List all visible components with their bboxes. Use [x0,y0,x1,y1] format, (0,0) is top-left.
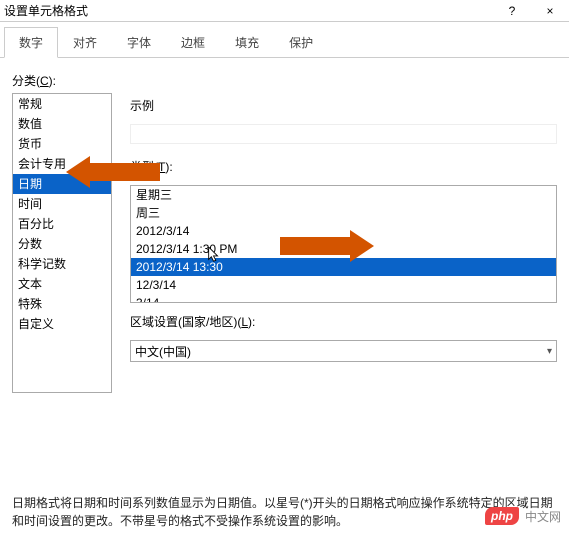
example-label: 示例 [130,97,557,114]
tab-number[interactable]: 数字 [4,27,58,58]
category-label: 分类(C): [12,72,557,89]
type-item[interactable]: 3/14 [131,294,556,303]
title-bar: 设置单元格格式 ? × [0,0,569,22]
category-item-custom[interactable]: 自定义 [13,314,111,334]
type-item[interactable]: 12/3/14 [131,276,556,294]
category-list[interactable]: 常规 数值 货币 会计专用 日期 时间 百分比 分数 科学记数 文本 特殊 自定… [12,93,112,393]
category-item-number[interactable]: 数值 [13,114,111,134]
tab-border[interactable]: 边框 [166,27,220,58]
type-item[interactable]: 2012/3/14 1:30 PM [131,240,556,258]
chevron-down-icon: ▾ [547,346,552,357]
locale-select[interactable]: 中文(中国) ▾ [130,340,557,362]
watermark: php 中文网 [485,507,561,525]
tab-font[interactable]: 字体 [112,27,166,58]
help-button[interactable]: ? [497,4,527,18]
category-item-general[interactable]: 常规 [13,94,111,114]
category-item-special[interactable]: 特殊 [13,294,111,314]
locale-label: 区域设置(国家/地区)(L): [130,313,557,330]
type-item[interactable]: 2012/3/14 [131,222,556,240]
category-item-fraction[interactable]: 分数 [13,234,111,254]
tab-fill[interactable]: 填充 [220,27,274,58]
type-item-selected[interactable]: 2012/3/14 13:30 [131,258,556,276]
type-item[interactable]: 星期三 [131,186,556,204]
tab-strip: 数字 对齐 字体 边框 填充 保护 [0,22,569,58]
type-list[interactable]: 星期三 周三 2012/3/14 2012/3/14 1:30 PM 2012/… [130,185,557,303]
titlebar-buttons: ? × [497,4,565,18]
close-button[interactable]: × [535,4,565,18]
right-column: 示例 类型(T): 星期三 周三 2012/3/14 2012/3/14 1:3… [130,93,557,362]
hint-text: 日期格式将日期和时间系列数值显示为日期值。以星号(*)开头的日期格式响应操作系统… [12,486,557,530]
category-item-time[interactable]: 时间 [13,194,111,214]
category-item-date[interactable]: 日期 [13,174,111,194]
category-item-percentage[interactable]: 百分比 [13,214,111,234]
category-item-scientific[interactable]: 科学记数 [13,254,111,274]
php-badge: php [485,507,519,525]
category-item-accounting[interactable]: 会计专用 [13,154,111,174]
tab-alignment[interactable]: 对齐 [58,27,112,58]
category-item-text[interactable]: 文本 [13,274,111,294]
watermark-text: 中文网 [525,508,561,525]
tab-protection[interactable]: 保护 [274,27,328,58]
content-area: 分类(C): 常规 数值 货币 会计专用 日期 时间 百分比 分数 科学记数 文… [0,58,569,538]
type-item[interactable]: 周三 [131,204,556,222]
window-title: 设置单元格格式 [4,2,88,19]
category-item-currency[interactable]: 货币 [13,134,111,154]
columns: 常规 数值 货币 会计专用 日期 时间 百分比 分数 科学记数 文本 特殊 自定… [12,93,557,393]
locale-value: 中文(中国) [135,343,191,360]
type-label: 类型(T): [130,158,557,175]
example-box [130,124,557,144]
